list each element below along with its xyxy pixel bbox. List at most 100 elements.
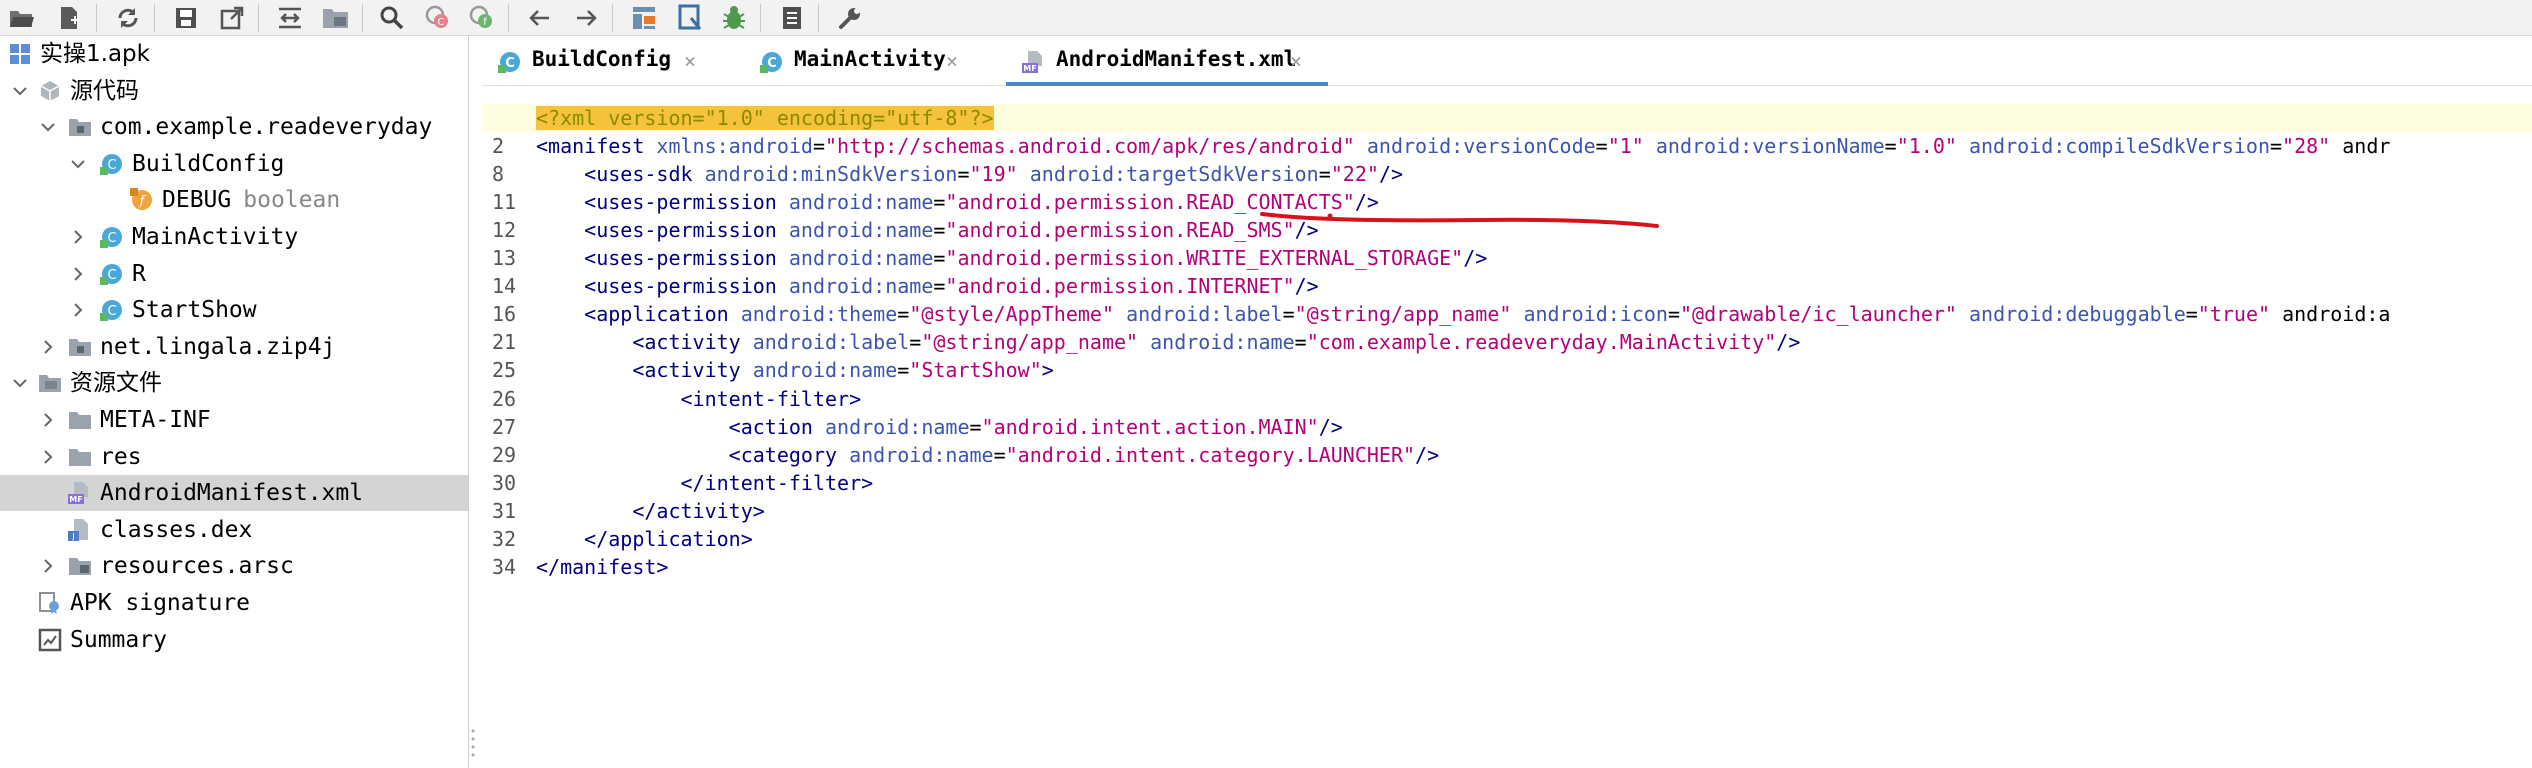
splitter-handle[interactable] bbox=[471, 728, 475, 758]
class-icon: C bbox=[100, 262, 124, 286]
line-number: 11 bbox=[492, 190, 517, 215]
tree-item[interactable]: META-INF bbox=[0, 402, 468, 438]
code-line[interactable]: 16 <application android:theme="@style/Ap… bbox=[482, 300, 2532, 328]
chevron-right-icon[interactable] bbox=[68, 264, 88, 284]
chevron-right-icon[interactable] bbox=[38, 337, 58, 357]
tree-item[interactable]: MF AndroidManifest.xml bbox=[0, 475, 468, 512]
code-text: <?xml version="1.0" encoding="utf-8"?> bbox=[536, 106, 994, 130]
tree-item-text: res bbox=[100, 443, 142, 470]
chevron-down-icon[interactable] bbox=[10, 373, 30, 393]
code-line[interactable]: 21 <activity android:label="@string/app_… bbox=[482, 328, 2532, 356]
tab-mainactivity[interactable]: C MainActivity × bbox=[744, 36, 984, 86]
tree-item[interactable]: f DEBUG boolean bbox=[0, 182, 468, 218]
back-arrow-icon[interactable] bbox=[524, 2, 556, 34]
log-icon[interactable] bbox=[776, 2, 808, 34]
search-icon[interactable] bbox=[376, 2, 408, 34]
code-text: </activity> bbox=[632, 498, 765, 523]
source-package-icon bbox=[38, 79, 62, 103]
decompile-icon[interactable] bbox=[628, 2, 660, 34]
chevron-down-icon[interactable] bbox=[10, 81, 30, 101]
tree-item[interactable]: net.lingala.zip4j bbox=[0, 329, 468, 365]
find-class-icon[interactable]: C bbox=[422, 2, 454, 34]
tree-item-label: DEBUG boolean bbox=[162, 185, 340, 215]
code-line[interactable]: 30 </intent-filter> bbox=[482, 469, 2532, 497]
add-file-icon[interactable] bbox=[54, 2, 86, 34]
code-line[interactable]: 8 <uses-sdk android:minSdkVersion="19" a… bbox=[482, 160, 2532, 188]
chevron-down-icon[interactable] bbox=[68, 154, 88, 174]
code-line[interactable]: 31 </activity> bbox=[482, 497, 2532, 525]
tree-item[interactable]: 源代码 bbox=[0, 73, 468, 109]
tree-item-label: 资源文件 bbox=[70, 368, 162, 398]
tree-item[interactable]: C StartShow bbox=[0, 292, 468, 328]
tree-item[interactable]: resources.arsc bbox=[0, 548, 468, 584]
chevron-right-icon[interactable] bbox=[68, 227, 88, 247]
apk-icon bbox=[8, 42, 32, 66]
code-line[interactable]: 32 </application> bbox=[482, 525, 2532, 553]
field-type-label: boolean bbox=[243, 187, 341, 214]
tree-item-label: AndroidManifest.xml bbox=[100, 478, 363, 508]
code-line[interactable]: 12 <uses-permission android:name="androi… bbox=[482, 216, 2532, 244]
code-line[interactable]: 14 <uses-permission android:name="androi… bbox=[482, 272, 2532, 300]
tree-item-label: Summary bbox=[70, 625, 167, 655]
code-line[interactable]: 27 <action android:name="android.intent.… bbox=[482, 413, 2532, 441]
code-text: <activity android:label="@string/app_nam… bbox=[632, 330, 1801, 355]
code-text: <uses-sdk android:minSdkVersion="19" and… bbox=[584, 162, 1404, 187]
chevron-right-icon[interactable] bbox=[38, 410, 58, 430]
code-line[interactable]: 13 <uses-permission android:name="androi… bbox=[482, 244, 2532, 272]
code-line[interactable]: 26 <intent-filter> bbox=[482, 385, 2532, 413]
folder-view-icon[interactable] bbox=[320, 2, 352, 34]
tree-item-label: classes.dex bbox=[100, 515, 252, 545]
tree-item[interactable]: com.example.readeveryday bbox=[0, 109, 468, 145]
close-icon[interactable]: × bbox=[946, 49, 958, 73]
chevron-right-icon[interactable] bbox=[68, 300, 88, 320]
find-usage-icon[interactable]: f bbox=[466, 2, 498, 34]
deobfuscation-icon[interactable] bbox=[674, 2, 706, 34]
tree-item-text: AndroidManifest.xml bbox=[100, 480, 364, 507]
manifest-file-icon: MF bbox=[1022, 50, 1046, 74]
sync-editor-icon[interactable] bbox=[274, 2, 306, 34]
export-icon[interactable] bbox=[216, 2, 248, 34]
code-line[interactable]: 29 <category android:name="android.inten… bbox=[482, 441, 2532, 469]
debug-bug-icon[interactable] bbox=[718, 2, 750, 34]
code-line[interactable]: 25 <activity android:name="StartShow"> bbox=[482, 356, 2532, 384]
tree-item[interactable]: CR bbox=[0, 256, 468, 292]
code-line[interactable]: 34 </manifest> bbox=[482, 553, 2532, 581]
refresh-icon[interactable] bbox=[112, 2, 144, 34]
package-icon bbox=[68, 115, 92, 139]
svg-text:C: C bbox=[505, 56, 515, 71]
code-editor[interactable]: <?xml version="1.0" encoding="utf-8"?> 2 <… bbox=[482, 86, 2532, 768]
close-icon[interactable]: × bbox=[1290, 49, 1302, 73]
code-text: <uses-permission android:name="android.p… bbox=[584, 274, 1319, 299]
line-number: 34 bbox=[492, 554, 517, 579]
manifest-file-icon: MF bbox=[68, 481, 92, 505]
save-icon[interactable] bbox=[170, 2, 202, 34]
chevron-right-icon[interactable] bbox=[38, 447, 58, 467]
tree-item-text: StartShow bbox=[132, 297, 257, 324]
tree-item[interactable]: Jclasses.dex bbox=[0, 512, 468, 548]
code-line[interactable]: <?xml version="1.0" encoding="utf-8"?> bbox=[482, 104, 2532, 132]
tree-item[interactable]: 实操1.apk bbox=[0, 36, 468, 72]
tree-item[interactable]: C MainActivity bbox=[0, 219, 468, 255]
arsc-file-icon bbox=[68, 554, 92, 578]
line-number: 12 bbox=[492, 218, 517, 243]
svg-text:C: C bbox=[107, 231, 116, 246]
forward-arrow-icon[interactable] bbox=[570, 2, 602, 34]
tab-buildconfig[interactable]: C BuildConfig × bbox=[482, 36, 722, 86]
tree-item[interactable]: APK signature bbox=[0, 585, 468, 621]
tree-item[interactable]: Summary bbox=[0, 622, 468, 658]
line-number: 13 bbox=[492, 246, 517, 271]
summary-icon bbox=[38, 628, 62, 652]
code-line[interactable]: 11 <uses-permission android:name="androi… bbox=[482, 188, 2532, 216]
tree-item[interactable]: 资源文件 bbox=[0, 365, 468, 401]
tree-item[interactable]: res bbox=[0, 439, 468, 475]
code-line[interactable]: 2 <manifest xmlns:android="http://schemas… bbox=[482, 132, 2532, 160]
open-folder-icon[interactable] bbox=[6, 2, 38, 34]
class-icon: C bbox=[498, 50, 522, 74]
tab-androidmanifest-xml[interactable]: MF AndroidManifest.xml × bbox=[1006, 36, 1328, 86]
close-icon[interactable]: × bbox=[684, 49, 696, 73]
tree-item[interactable]: C BuildConfig bbox=[0, 146, 468, 182]
chevron-right-icon[interactable] bbox=[38, 556, 58, 576]
wrench-icon[interactable] bbox=[834, 2, 866, 34]
code-text: <activity android:name="StartShow"> bbox=[632, 358, 1054, 383]
chevron-down-icon[interactable] bbox=[38, 117, 58, 137]
